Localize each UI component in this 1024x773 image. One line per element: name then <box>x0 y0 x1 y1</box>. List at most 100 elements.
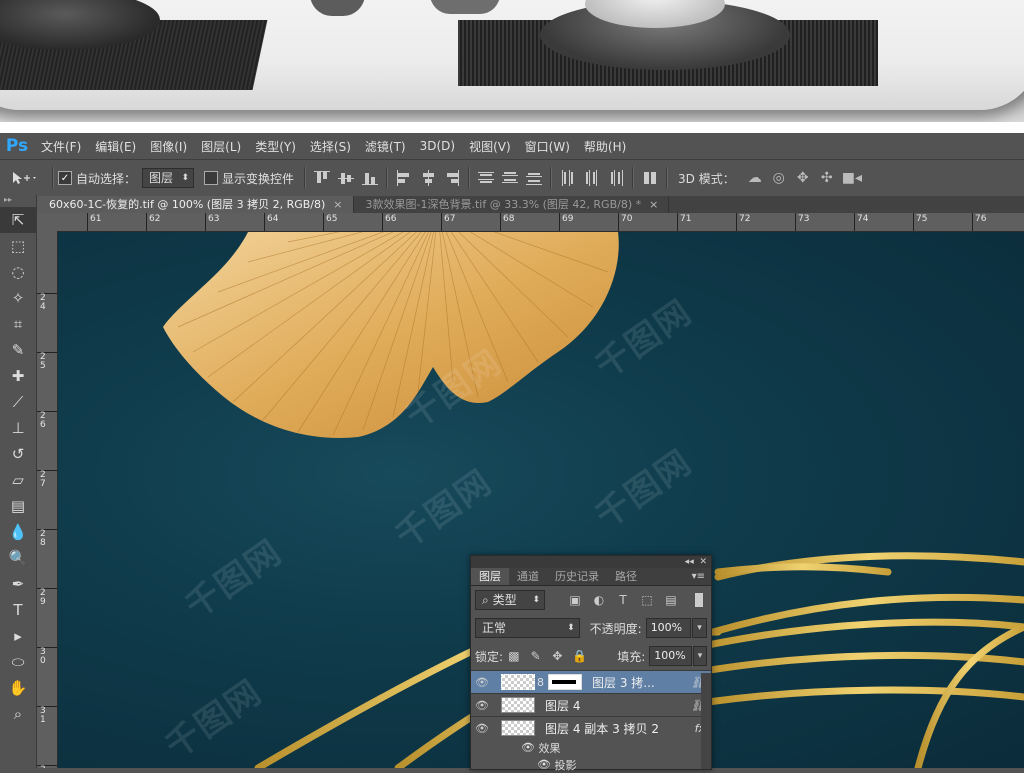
visibility-eye-icon[interactable]: 👁 <box>471 699 493 712</box>
tab-document-1[interactable]: 60x60-1C-恢复的.tif @ 100% (图层 3 拷贝 2, RGB/… <box>37 196 354 213</box>
distribute-top-icon[interactable] <box>478 170 495 186</box>
search-icon: ⌕ <box>482 593 489 607</box>
move-tool-preset[interactable] <box>0 170 48 186</box>
panel-menu-icon[interactable]: ▾≡ <box>692 571 711 582</box>
vertical-ruler[interactable]: 2 4 2 5 2 6 2 7 2 8 2 9 3 0 3 1 3 2 <box>37 231 58 768</box>
brush-tool-icon[interactable]: ⟋ <box>0 389 36 415</box>
chevron-down-icon[interactable]: ▾ <box>692 618 708 638</box>
hand-tool-icon[interactable]: ✋ <box>0 675 36 701</box>
effects-row[interactable]: 👁 效果 <box>471 739 711 756</box>
auto-select-dropdown[interactable]: 图层 ⬍ <box>142 168 195 188</box>
layer-row[interactable]: 👁 图层 4 副本 3 拷贝 2 fx <box>471 716 711 739</box>
lock-position-icon[interactable]: ✥ <box>551 649 565 663</box>
gradient-tool-icon[interactable]: ▤ <box>0 493 36 519</box>
visibility-eye-icon[interactable]: 👁 <box>521 741 535 754</box>
eraser-tool-icon[interactable]: ▱ <box>0 467 36 493</box>
orbit-3d-icon[interactable]: ☁ <box>746 170 764 186</box>
ruler-corner[interactable] <box>37 213 58 232</box>
lock-pixels-icon[interactable]: ✎ <box>529 649 543 663</box>
horizontal-ruler[interactable]: 61 62 63 64 65 66 67 68 69 70 71 72 73 7… <box>57 213 1024 232</box>
distribute-left-icon[interactable] <box>560 170 576 186</box>
distribute-bottom-icon[interactable] <box>526 170 543 186</box>
menu-image[interactable]: 图像(I) <box>143 138 194 155</box>
visibility-eye-icon[interactable]: 👁 <box>537 758 551 771</box>
menu-3d[interactable]: 3D(D) <box>413 139 462 153</box>
align-top-icon[interactable] <box>314 170 331 186</box>
magic-wand-tool-icon[interactable]: ✧ <box>0 285 36 311</box>
fill-input[interactable]: 100% <box>649 646 692 666</box>
type-filter-icon[interactable]: T <box>615 593 631 607</box>
filter-toggle-icon[interactable] <box>695 593 703 607</box>
ellipse-tool-icon[interactable]: ⬭ <box>0 649 36 675</box>
align-hcenter-icon[interactable] <box>420 170 436 186</box>
healing-brush-tool-icon[interactable]: ✚ <box>0 363 36 389</box>
menu-type[interactable]: 类型(Y) <box>248 138 303 155</box>
tab-document-2[interactable]: 3款效果图-1深色背景.tif @ 33.3% (图层 42, RGB/8) *… <box>353 196 670 213</box>
close-icon[interactable]: × <box>333 198 342 211</box>
move-tool-icon <box>13 172 36 184</box>
mask-link-icon[interactable]: 8 <box>537 676 544 689</box>
tab-layers[interactable]: 图层 <box>471 568 509 585</box>
collapse-icon[interactable]: ◂◂ <box>685 557 694 567</box>
align-vcenter-icon[interactable] <box>338 170 355 186</box>
menu-select[interactable]: 选择(S) <box>303 138 358 155</box>
layers-scrollbar[interactable] <box>701 673 711 769</box>
lasso-tool-icon[interactable]: ◌ <box>0 259 36 285</box>
panel-grip-icon[interactable]: ▸▸ <box>0 195 36 207</box>
menu-file[interactable]: 文件(F) <box>34 138 88 155</box>
move-tool-icon[interactable]: ⇱ <box>0 207 36 233</box>
align-bottom-icon[interactable] <box>362 170 379 186</box>
pen-tool-icon[interactable]: ✒ <box>0 571 36 597</box>
opacity-input[interactable]: 100% <box>645 618 691 638</box>
crop-tool-icon[interactable]: ⌗ <box>0 311 36 337</box>
panel-header: ◂◂ ✕ <box>471 556 711 568</box>
history-brush-tool-icon[interactable]: ↺ <box>0 441 36 467</box>
adjustment-filter-icon[interactable]: ◐ <box>591 593 607 607</box>
layer-filter-dropdown[interactable]: ⌕ 类型 ⬍ <box>475 590 545 610</box>
blend-mode-dropdown[interactable]: 正常 ⬍ <box>475 618 580 638</box>
pixel-filter-icon[interactable]: ▣ <box>567 593 583 607</box>
lock-all-icon[interactable]: 🔒 <box>572 649 587 663</box>
menu-filter[interactable]: 滤镜(T) <box>358 138 413 155</box>
close-icon[interactable]: ✕ <box>699 557 707 567</box>
slide-3d-icon[interactable]: ✣ <box>818 170 836 186</box>
align-right-icon[interactable] <box>444 170 460 186</box>
visibility-eye-icon[interactable]: 👁 <box>471 676 493 689</box>
distribute-hcenter-icon[interactable] <box>584 170 600 186</box>
menu-view[interactable]: 视图(V) <box>462 138 518 155</box>
eyedropper-tool-icon[interactable]: ✎ <box>0 337 36 363</box>
show-transform-checkbox[interactable] <box>204 171 219 185</box>
blur-tool-icon[interactable]: 💧 <box>0 519 36 545</box>
lock-transparent-icon[interactable]: ▩ <box>507 649 521 663</box>
menu-window[interactable]: 窗口(W) <box>518 138 577 155</box>
tab-history[interactable]: 历史记录 <box>547 568 607 585</box>
menu-layer[interactable]: 图层(L) <box>194 138 248 155</box>
shadow-effect-row[interactable]: 👁 投影 <box>471 756 711 773</box>
auto-align-icon[interactable] <box>642 170 658 186</box>
layer-mask-thumbnail[interactable] <box>548 674 582 690</box>
close-icon[interactable]: × <box>649 198 658 211</box>
path-selection-tool-icon[interactable]: ▸ <box>0 623 36 649</box>
shape-filter-icon[interactable]: ⬚ <box>639 593 655 607</box>
smart-object-filter-icon[interactable]: ▤ <box>663 593 679 607</box>
tab-channels[interactable]: 通道 <box>509 568 547 585</box>
align-left-icon[interactable] <box>396 170 412 186</box>
scale-3d-icon[interactable]: ■◂ <box>842 170 862 186</box>
zoom-tool-icon[interactable]: ⌕ <box>0 701 36 727</box>
distribute-right-icon[interactable] <box>608 170 624 186</box>
pan-3d-icon[interactable]: ✥ <box>794 170 812 186</box>
type-tool-icon[interactable]: T <box>0 597 36 623</box>
marquee-tool-icon[interactable]: ⬚ <box>0 233 36 259</box>
visibility-eye-icon[interactable]: 👁 <box>471 722 493 735</box>
tab-paths[interactable]: 路径 <box>607 568 645 585</box>
distribute-vcenter-icon[interactable] <box>502 170 519 186</box>
layer-row[interactable]: 👁 图层 4 ⛓ <box>471 693 711 716</box>
dodge-tool-icon[interactable]: 🔍 <box>0 545 36 571</box>
roll-3d-icon[interactable]: ◎ <box>770 170 788 186</box>
layer-row[interactable]: 👁 8 图层 3 拷... ⛓ <box>471 670 711 693</box>
chevron-down-icon[interactable]: ▾ <box>692 646 707 666</box>
clone-stamp-tool-icon[interactable]: ⊥ <box>0 415 36 441</box>
menu-help[interactable]: 帮助(H) <box>577 138 633 155</box>
auto-select-checkbox[interactable]: ✓ <box>58 171 72 185</box>
menu-edit[interactable]: 编辑(E) <box>88 138 143 155</box>
